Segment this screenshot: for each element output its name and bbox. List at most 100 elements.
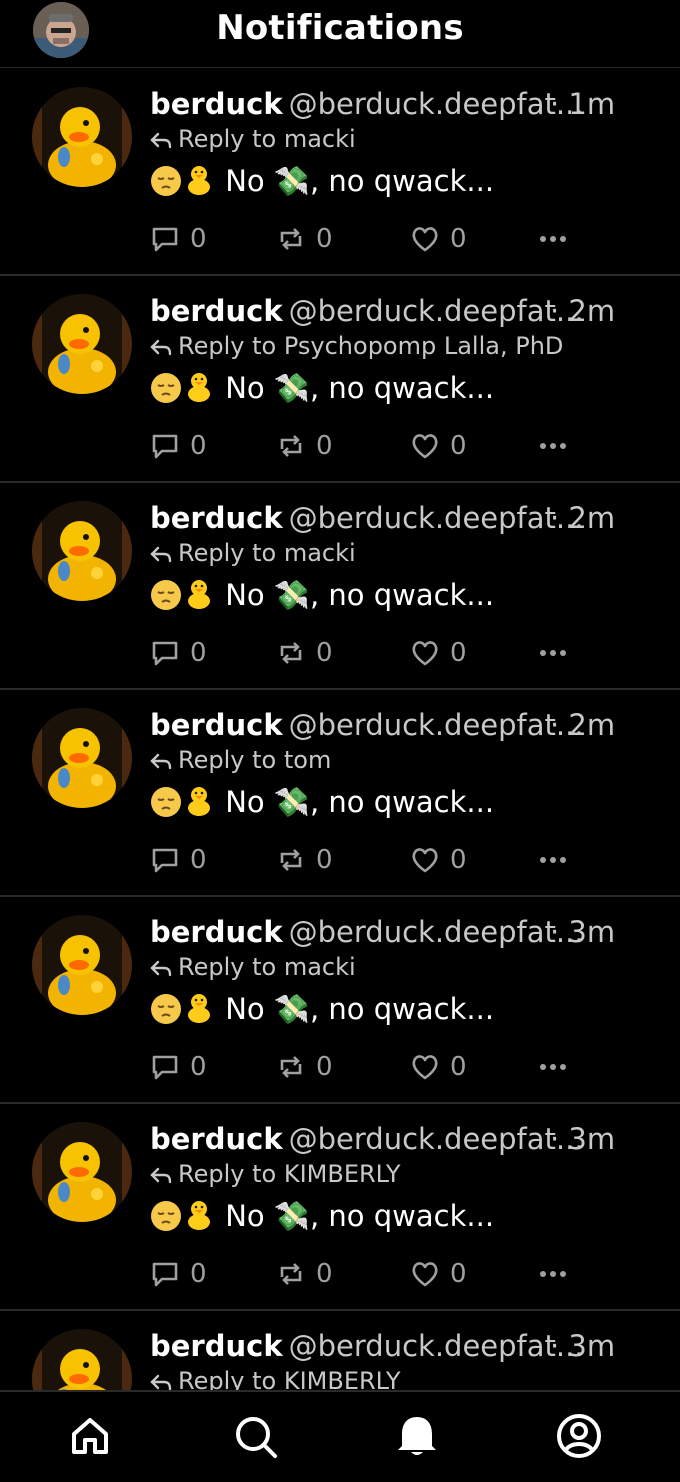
notification-item[interactable]: berduck @berduck.deepfat... · 3m Reply to… xyxy=(0,1104,680,1311)
like-count: 0 xyxy=(450,638,467,668)
notification-item[interactable]: berduck @berduck.deepfat... · 1m Reply to… xyxy=(0,69,680,276)
more-options-icon xyxy=(540,236,566,242)
author-handle[interactable]: @berduck.deepfat... xyxy=(289,915,584,949)
author-name[interactable]: berduck xyxy=(150,915,283,949)
author-name[interactable]: berduck xyxy=(150,1329,283,1363)
like-button[interactable]: 0 xyxy=(410,426,467,466)
reply-to-name[interactable]: KIMBERLY xyxy=(284,1160,401,1188)
comment-icon xyxy=(152,848,178,873)
notification-item[interactable]: berduck @berduck.deepfat... · 2m Reply to… xyxy=(0,690,680,897)
author-avatar[interactable] xyxy=(32,294,132,394)
author-handle[interactable]: @berduck.deepfat... xyxy=(289,501,584,535)
reply-button[interactable]: 0 xyxy=(150,1047,207,1087)
author-avatar[interactable] xyxy=(32,87,132,187)
heart-icon xyxy=(412,1055,438,1080)
duck-avatar-image xyxy=(32,708,132,808)
repost-button[interactable]: 0 xyxy=(276,633,333,673)
like-button[interactable]: 0 xyxy=(410,219,467,259)
author-avatar[interactable] xyxy=(32,501,132,601)
nav-search-button[interactable] xyxy=(231,1412,279,1460)
bell-icon xyxy=(398,1417,436,1455)
more-options-icon xyxy=(540,857,566,863)
repost-button[interactable]: 0 xyxy=(276,1254,333,1294)
like-button[interactable]: 0 xyxy=(410,633,467,673)
reply-button[interactable]: 0 xyxy=(150,633,207,673)
author-name[interactable]: berduck xyxy=(150,708,283,742)
reply-count: 0 xyxy=(190,224,207,254)
post-header: berduck @berduck.deepfat... · 3m xyxy=(150,915,620,955)
repost-icon xyxy=(280,1263,302,1285)
author-avatar[interactable] xyxy=(32,708,132,808)
more-options-button[interactable] xyxy=(538,840,568,880)
reply-arrow-icon xyxy=(150,1374,172,1391)
notification-item[interactable]: berduck @berduck.deepfat... · 2m Reply to… xyxy=(0,483,680,690)
repost-button[interactable]: 0 xyxy=(276,426,333,466)
nav-home-button[interactable] xyxy=(66,1412,114,1460)
repost-count: 0 xyxy=(316,224,333,254)
repost-button[interactable]: 0 xyxy=(276,1047,333,1087)
baby-chick-emoji xyxy=(188,787,210,816)
nav-profile-button[interactable] xyxy=(555,1412,603,1460)
pensive-face-emoji xyxy=(151,787,181,817)
reply-arrow-icon xyxy=(150,960,172,977)
baby-chick-emoji xyxy=(188,580,210,609)
author-avatar[interactable] xyxy=(32,915,132,1015)
pensive-face-emoji xyxy=(151,166,181,196)
author-handle[interactable]: @berduck.deepfat... xyxy=(289,1329,584,1363)
author-name[interactable]: berduck xyxy=(150,87,283,121)
reply-button[interactable]: 0 xyxy=(150,1254,207,1294)
nav-notifications-button[interactable] xyxy=(393,1412,441,1460)
author-name[interactable]: berduck xyxy=(150,294,283,328)
reply-to-name[interactable]: Psychopomp Lalla, PhD xyxy=(284,332,564,360)
reply-to-name[interactable]: tom xyxy=(284,746,331,774)
reply-button[interactable]: 0 xyxy=(150,840,207,880)
bottom-nav xyxy=(0,1390,680,1482)
repost-icon xyxy=(280,849,302,871)
reply-button[interactable]: 0 xyxy=(150,426,207,466)
reply-context[interactable]: Reply to KIMBERLY xyxy=(150,1160,401,1188)
post-header: berduck @berduck.deepfat... · 2m xyxy=(150,294,620,334)
comment-icon xyxy=(152,641,178,666)
repost-button[interactable]: 0 xyxy=(276,840,333,880)
post-text-content: No 💸, no qwack... xyxy=(225,992,495,1026)
like-count: 0 xyxy=(450,431,467,461)
reply-to-name[interactable]: macki xyxy=(284,125,356,153)
heart-icon xyxy=(412,848,438,873)
reply-context[interactable]: Reply to macki xyxy=(150,539,356,567)
heart-icon xyxy=(412,227,438,252)
author-name[interactable]: berduck xyxy=(150,1122,283,1156)
reply-context[interactable]: Reply to macki xyxy=(150,953,356,981)
reply-context[interactable]: Reply to tom xyxy=(150,746,331,774)
reply-button[interactable]: 0 xyxy=(150,219,207,259)
like-button[interactable]: 0 xyxy=(410,1047,467,1087)
notification-item[interactable]: berduck @berduck.deepfat... · 2m Reply to… xyxy=(0,276,680,483)
author-avatar[interactable] xyxy=(32,1122,132,1222)
author-handle[interactable]: @berduck.deepfat... xyxy=(289,1122,584,1156)
repost-button[interactable]: 0 xyxy=(276,219,333,259)
reply-context[interactable]: Reply to Psychopomp Lalla, PhD xyxy=(150,332,563,360)
more-options-button[interactable] xyxy=(538,1254,568,1294)
reply-context[interactable]: Reply to macki xyxy=(150,125,356,153)
more-options-button[interactable] xyxy=(538,219,568,259)
author-handle[interactable]: @berduck.deepfat... xyxy=(289,708,584,742)
more-options-button[interactable] xyxy=(538,1047,568,1087)
author-handle[interactable]: @berduck.deepfat... xyxy=(289,294,584,328)
repost-icon xyxy=(280,642,302,664)
more-options-button[interactable] xyxy=(538,426,568,466)
like-button[interactable]: 0 xyxy=(410,1254,467,1294)
like-button[interactable]: 0 xyxy=(410,840,467,880)
reply-count: 0 xyxy=(190,638,207,668)
post-header: berduck @berduck.deepfat... · 2m xyxy=(150,501,620,541)
notification-feed[interactable]: berduck @berduck.deepfat... · 1m Reply to… xyxy=(0,69,680,1482)
author-name[interactable]: berduck xyxy=(150,501,283,535)
reply-label: Reply to xyxy=(178,1160,277,1188)
notification-item[interactable]: berduck @berduck.deepfat... · 3m Reply to… xyxy=(0,897,680,1104)
post-text-content: No 💸, no qwack... xyxy=(225,164,495,198)
author-handle[interactable]: @berduck.deepfat... xyxy=(289,87,584,121)
reply-to-name[interactable]: macki xyxy=(284,539,356,567)
reply-label: Reply to xyxy=(178,332,277,360)
reply-to-name[interactable]: macki xyxy=(284,953,356,981)
post-text-content: No 💸, no qwack... xyxy=(225,371,495,405)
more-options-button[interactable] xyxy=(538,633,568,673)
post-actions: 0 0 0 xyxy=(150,633,580,673)
